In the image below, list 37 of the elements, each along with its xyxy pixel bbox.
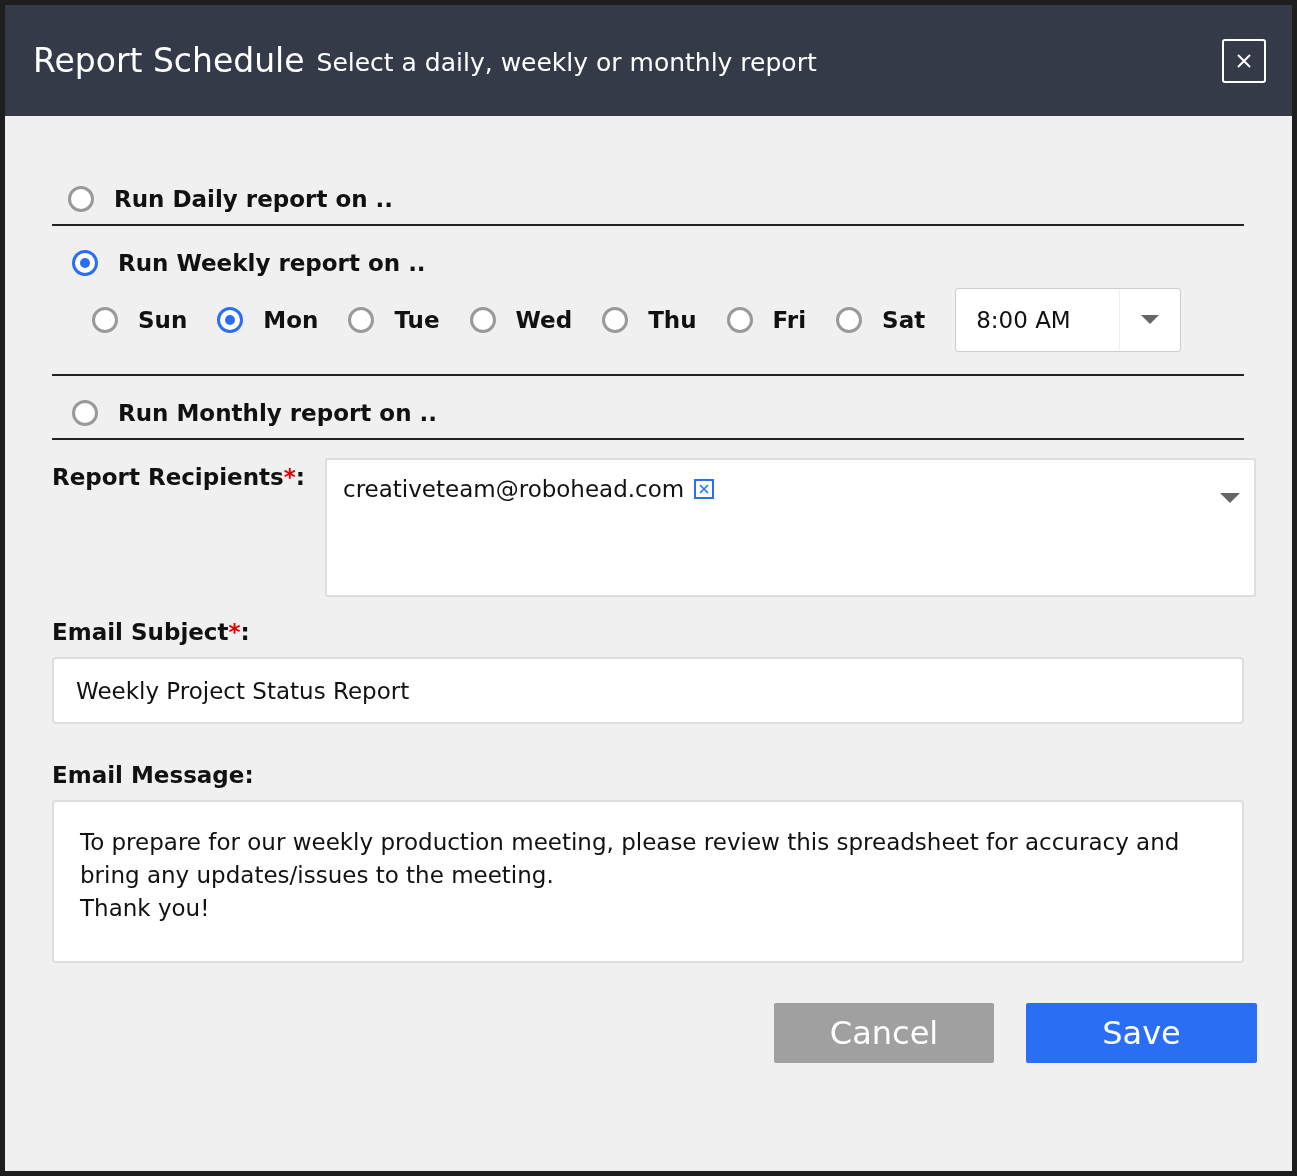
close-icon [1236,52,1252,69]
option-label: Run Monthly report on .. [118,400,437,426]
radio-button[interactable] [726,307,753,333]
radio-button[interactable] [72,400,98,426]
day-label: Fri [772,307,807,333]
day-label: Thu [648,307,697,333]
recipient-tag: creativeteam@robohead.com [343,476,685,502]
close-icon [699,484,710,494]
day-label: Sun [138,307,188,333]
radio-button[interactable] [836,307,863,333]
radio-button[interactable] [72,250,98,276]
field-label: Email Subject*: [52,618,251,645]
radio-button[interactable] [92,307,118,333]
field-label: Email Message: [52,761,255,788]
radio-button[interactable] [602,307,629,333]
radio-button[interactable] [469,307,496,333]
day-label: Sat [882,307,926,333]
radio-button[interactable] [348,307,375,333]
radio-button[interactable] [217,307,244,333]
message-field[interactable]: To prepare for our weekly production meeting, please review this spreadsheet for accuracy and bring any updates/issues to the meeting. Thank you! [52,800,1244,963]
day-label: Wed [515,307,573,333]
dialog-title: Report Schedule [33,41,305,80]
close-button[interactable] [1222,38,1266,83]
option-label: Run Daily report on .. [114,186,394,212]
dialog-subtitle: Select a daily, weekly or monthly report [316,47,818,77]
day-label: Tue [394,307,440,333]
day-label: Mon [263,307,319,333]
field-label: Report Recipients*: [52,463,305,492]
remove-button[interactable] [694,479,715,499]
recipients-field[interactable]: creativeteam@robohead.com [325,458,1256,597]
option-label: Run Weekly report on .. [118,250,426,276]
time-dropdown[interactable]: 8:00 AM [955,288,1182,352]
caret-icon [1141,315,1160,325]
caret-icon [1220,493,1240,503]
save-button[interactable]: Save [1026,1003,1257,1063]
subject-field[interactable]: Weekly Project Status Report [52,657,1244,724]
radio-button[interactable] [68,186,94,212]
